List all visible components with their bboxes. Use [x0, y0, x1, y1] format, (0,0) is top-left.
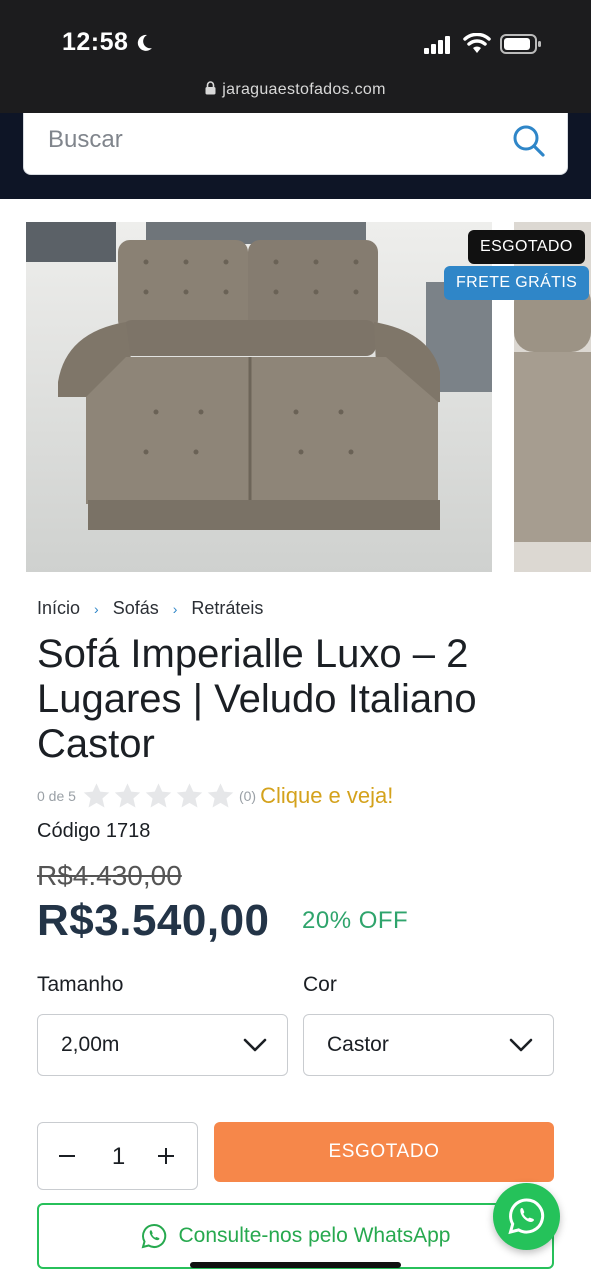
free-shipping-badge: FRETE GRÁTIS	[444, 266, 590, 300]
wifi-icon	[463, 33, 491, 53]
whatsapp-floating-button[interactable]	[493, 1183, 560, 1250]
breadcrumb-sofas[interactable]: Sofás	[113, 598, 159, 619]
color-select-value: Castor	[327, 1033, 389, 1056]
current-price: R$3.540,00	[37, 896, 270, 945]
star-icon	[83, 783, 110, 808]
whatsapp-consult-button[interactable]: Consulte-nos pelo WhatsApp	[37, 1203, 554, 1269]
star-rating	[82, 782, 235, 810]
product-title: Sofá Imperialle Luxo – 2 Lugares | Velud…	[37, 632, 477, 766]
size-label: Tamanho	[37, 973, 124, 996]
buy-button[interactable]: ESGOTADO	[214, 1122, 554, 1182]
clock: 12:58	[62, 28, 129, 56]
star-icon	[114, 783, 141, 808]
star-icon	[207, 783, 234, 808]
cellular-signal-icon	[424, 36, 450, 54]
address-bar[interactable]: jaraguaestofados.com	[0, 81, 591, 99]
plus-icon[interactable]	[153, 1143, 179, 1169]
rating-row[interactable]: 0 de 5 (0) Clique e veja!	[37, 782, 393, 810]
star-icon	[145, 783, 172, 808]
home-indicator	[190, 1262, 401, 1268]
old-price: R$4.430,00	[37, 860, 182, 891]
whatsapp-icon	[508, 1198, 545, 1235]
battery-icon	[500, 34, 541, 54]
size-select[interactable]: 2,00m	[37, 1014, 288, 1076]
url-text: jaraguaestofados.com	[222, 81, 386, 98]
chevron-right-icon: ›	[94, 600, 99, 617]
whatsapp-icon	[141, 1223, 166, 1249]
product-image[interactable]	[26, 222, 492, 572]
star-icon	[176, 783, 203, 808]
lock-icon	[205, 81, 216, 95]
breadcrumb-retrateis[interactable]: Retráteis	[191, 598, 263, 619]
chevron-down-icon	[243, 1038, 267, 1052]
reviews-link[interactable]: Clique e veja!	[260, 783, 393, 809]
quantity-stepper: 1	[37, 1122, 198, 1190]
breadcrumb-home[interactable]: Início	[37, 598, 80, 619]
color-label: Cor	[303, 973, 337, 996]
chevron-down-icon	[509, 1038, 533, 1052]
whatsapp-consult-label: Consulte-nos pelo WhatsApp	[178, 1224, 451, 1247]
sofa-photo	[26, 222, 492, 572]
breadcrumb: Início › Sofás › Retráteis	[37, 598, 263, 619]
size-select-value: 2,00m	[61, 1033, 120, 1056]
rating-score: 0 de 5	[37, 788, 76, 804]
color-select[interactable]: Castor	[303, 1014, 554, 1076]
status-bar: 12:58 jaraguaestofados.com	[0, 0, 591, 113]
chevron-right-icon: ›	[172, 600, 178, 617]
moon-icon	[137, 34, 152, 51]
search-bar[interactable]: Buscar	[23, 113, 568, 175]
search-icon[interactable]	[511, 123, 547, 159]
product-code: Código 1718	[37, 820, 151, 842]
sold-out-badge: ESGOTADO	[468, 230, 585, 264]
search-input[interactable]: Buscar	[48, 126, 123, 154]
rating-count: (0)	[238, 788, 257, 804]
discount-label: 20% OFF	[302, 907, 409, 934]
